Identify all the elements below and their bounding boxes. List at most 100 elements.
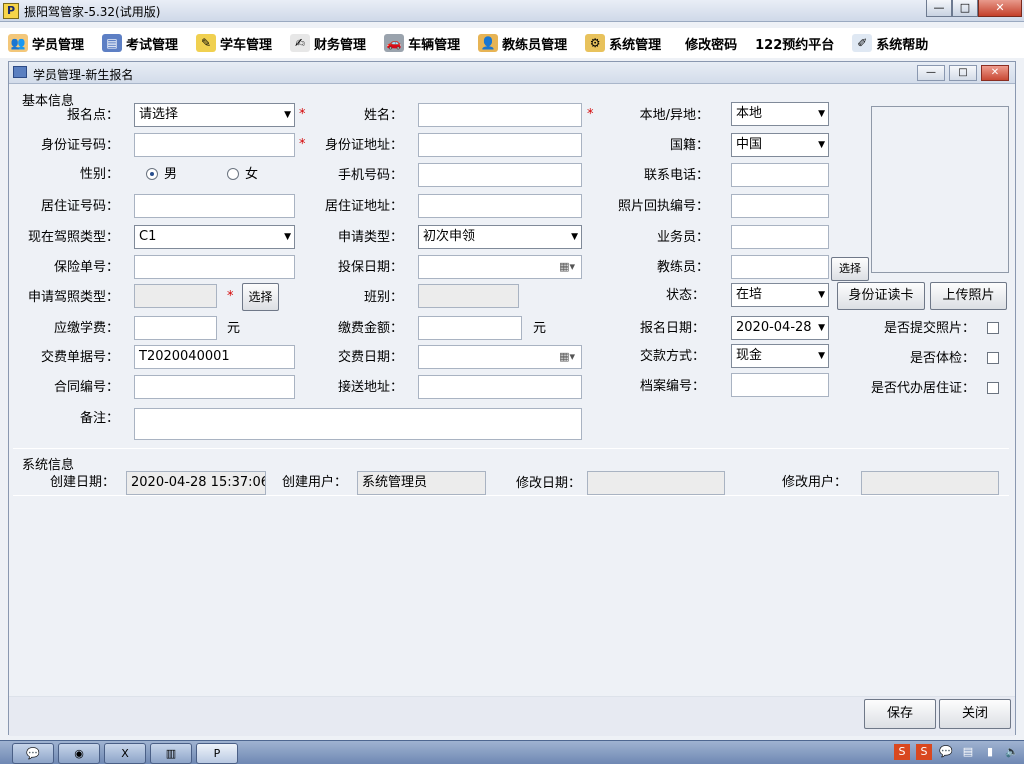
exam-icon: ▤	[102, 34, 123, 52]
contract-no-input[interactable]	[134, 375, 295, 399]
current-license-select[interactable]: C1 ▼	[134, 225, 295, 249]
pickup-addr-label: 接送地址：	[337, 380, 403, 395]
modify-date-value	[587, 471, 725, 495]
photo-receipt-label: 照片回执编号：	[617, 199, 709, 214]
taskbar-excel-icon[interactable]: X	[104, 743, 146, 764]
pay-date-label: 交费日期：	[337, 350, 403, 365]
signup-date-picker[interactable]: 2020-04-28 ▼	[731, 316, 829, 340]
insure-date-input[interactable]: ▦▾	[418, 255, 582, 279]
menu-coach[interactable]: 👤 教练员管理	[478, 34, 567, 53]
taskbar-app-icon[interactable]: P	[196, 743, 238, 764]
upload-photo-button[interactable]: 上传照片	[930, 282, 1007, 310]
create-date-value: 2020-04-28 15:37:06	[126, 471, 266, 495]
gender-female-radio[interactable]	[227, 168, 239, 180]
coach-icon: 👤	[478, 34, 499, 52]
pay-method-select[interactable]: 现金 ▼	[731, 344, 829, 368]
signup-date-label: 报名日期：	[639, 321, 705, 336]
id-number-input[interactable]	[134, 133, 295, 157]
class-label: 班别：	[363, 290, 403, 305]
wechat-tray-icon[interactable]: 💬	[938, 744, 954, 760]
menu-students[interactable]: 👥 学员管理	[8, 34, 84, 53]
pay-amount-input[interactable]	[418, 316, 522, 340]
status-select[interactable]: 在培 ▼	[731, 283, 829, 307]
tuition-due-input[interactable]	[134, 316, 217, 340]
signup-date-value: 2020-04-28	[736, 320, 812, 335]
menu-help[interactable]: ✐ 系统帮助	[852, 34, 928, 53]
menu-driving[interactable]: ✎ 学车管理	[196, 34, 272, 53]
pickup-addr-input[interactable]	[418, 375, 582, 399]
photo-box	[871, 106, 1009, 273]
menu-exam[interactable]: ▤ 考试管理	[102, 34, 178, 53]
volume-icon[interactable]: 🔈	[1004, 744, 1020, 760]
footer-bar: 保存 关闭	[9, 696, 1015, 736]
mobile-input[interactable]	[418, 163, 582, 187]
menu-label: 学车管理	[220, 37, 273, 53]
name-input[interactable]	[418, 103, 582, 127]
chevron-down-icon: ▼	[818, 351, 825, 361]
menu-car[interactable]: 🚗 车辆管理	[384, 34, 460, 53]
menu-label: 修改密码	[685, 37, 738, 53]
photo-submitted-checkbox[interactable]	[987, 322, 999, 334]
current-license-value: C1	[139, 229, 157, 244]
menu-system[interactable]: ⚙ 系统管理	[585, 34, 661, 53]
menu-finance[interactable]: ✍ 财务管理	[290, 34, 366, 53]
contact-phone-input[interactable]	[731, 163, 829, 187]
local-remote-value: 本地	[736, 106, 763, 121]
local-remote-select[interactable]: 本地 ▼	[731, 102, 829, 126]
signup-point-select[interactable]: 请选择 ▼	[134, 103, 295, 127]
minimize-button[interactable]: —	[926, 0, 952, 17]
taskbar-browser-icon[interactable]: ◉	[58, 743, 100, 764]
finance-icon: ✍	[290, 34, 311, 52]
id-card-read-button[interactable]: 身份证读卡	[837, 282, 925, 310]
insurance-no-input[interactable]	[134, 255, 295, 279]
residence-no-input[interactable]	[134, 194, 295, 218]
menu-change-password[interactable]: 修改密码	[685, 34, 737, 53]
nationality-select[interactable]: 中国 ▼	[731, 133, 829, 157]
calendar-icon[interactable]: ▦▾	[559, 256, 575, 278]
coach-input[interactable]	[731, 255, 829, 279]
taskbar-files-icon[interactable]: ▥	[150, 743, 192, 764]
network-icon[interactable]: ▮	[982, 744, 998, 760]
menu-label: 系统帮助	[876, 37, 929, 53]
residence-addr-input[interactable]	[418, 194, 582, 218]
chevron-down-icon: ▼	[818, 109, 825, 119]
class-input[interactable]	[418, 284, 519, 308]
close-button[interactable]: 关闭	[939, 699, 1011, 729]
maximize-button[interactable]: □	[952, 0, 978, 17]
clipboard-icon[interactable]: ▤	[960, 744, 976, 760]
physical-exam-checkbox[interactable]	[987, 352, 999, 364]
menu-122-platform[interactable]: 122预约平台	[755, 34, 834, 53]
car-icon: 🚗	[384, 34, 405, 52]
inner-maximize-button[interactable]: □	[949, 65, 977, 81]
name-label: 姓名：	[363, 108, 403, 123]
residence-agent-checkbox[interactable]	[987, 382, 999, 394]
required-mark: *	[299, 107, 306, 122]
apply-type-select[interactable]: 初次申领 ▼	[418, 225, 582, 249]
residence-addr-label: 居住证地址：	[324, 199, 403, 214]
inner-minimize-button[interactable]: —	[917, 65, 945, 81]
input-method-icon[interactable]: S	[894, 744, 910, 760]
archive-no-input[interactable]	[731, 373, 829, 397]
id-address-input[interactable]	[418, 133, 582, 157]
coach-select-button[interactable]: 选择	[831, 257, 869, 281]
remark-textarea[interactable]	[134, 408, 582, 440]
pay-date-input[interactable]: ▦▾	[418, 345, 582, 369]
nationality-label: 国籍：	[669, 138, 709, 153]
signup-point-label: 报名点：	[66, 108, 119, 123]
apply-license-select-button[interactable]: 选择	[242, 283, 279, 311]
pay-method-value: 现金	[736, 348, 763, 363]
salesman-input[interactable]	[731, 225, 829, 249]
sogou-icon[interactable]: S	[916, 744, 932, 760]
inner-close-button[interactable]: ✕	[981, 65, 1009, 81]
remark-label: 备注：	[79, 411, 119, 426]
signup-window-title: 学员管理-新生报名	[33, 68, 134, 82]
save-button[interactable]: 保存	[864, 699, 936, 729]
apply-license-input[interactable]	[134, 284, 217, 308]
close-window-button[interactable]: ✕	[978, 0, 1022, 17]
gender-male-radio[interactable]	[146, 168, 158, 180]
calendar-icon[interactable]: ▦▾	[559, 346, 575, 368]
photo-receipt-input[interactable]	[731, 194, 829, 218]
taskbar-wechat-icon[interactable]: 💬	[12, 743, 54, 764]
chevron-down-icon: ▼	[571, 232, 578, 242]
receipt-no-input[interactable]: T2020040001	[134, 345, 295, 369]
